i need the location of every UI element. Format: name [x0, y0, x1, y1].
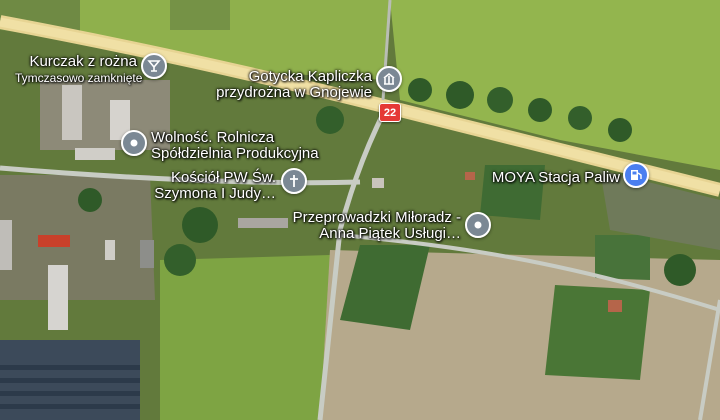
- poi-kurczak-pin[interactable]: [141, 53, 167, 79]
- poi-kurczak-status: Tymczasowo zamknięte: [15, 71, 143, 85]
- church-cross-icon: [288, 174, 300, 188]
- poi-kapliczka-label[interactable]: Gotycka Kapliczka przydrożna w Gnojewie: [204, 69, 372, 101]
- poi-kapliczka-pin[interactable]: [376, 66, 402, 92]
- gas-station-icon: [629, 168, 643, 182]
- road-shield: 22: [379, 103, 401, 122]
- monument-icon: [382, 72, 396, 86]
- place-icon: [473, 220, 483, 230]
- poi-wolnosc-label[interactable]: Wolność. Rolnicza Spółdzielnia Produkcyj…: [151, 130, 341, 162]
- poi-kosciol-pin[interactable]: [281, 168, 307, 194]
- poi-kurczak-label[interactable]: Kurczak z rożna Tymczasowo zamknięte: [15, 53, 143, 86]
- cocktail-icon: [147, 59, 161, 73]
- satellite-map[interactable]: 22 Kurczak z rożna Tymczasowo zamknięte …: [0, 0, 720, 420]
- poi-przeprowadzki-pin[interactable]: [465, 212, 491, 238]
- poi-moya-label[interactable]: MOYA Stacja Paliw: [470, 170, 620, 186]
- poi-kosciol-label[interactable]: Kościół PW Św. Szymona I Judy…: [150, 170, 276, 202]
- poi-wolnosc-pin[interactable]: [121, 130, 147, 156]
- poi-przeprowadzki-label[interactable]: Przeprowadzki Miłoradz - Anna Piątek Usł…: [285, 210, 461, 242]
- poi-kurczak-name: Kurczak z rożna: [29, 53, 137, 70]
- place-icon: [129, 138, 139, 148]
- poi-moya-pin[interactable]: [623, 162, 649, 188]
